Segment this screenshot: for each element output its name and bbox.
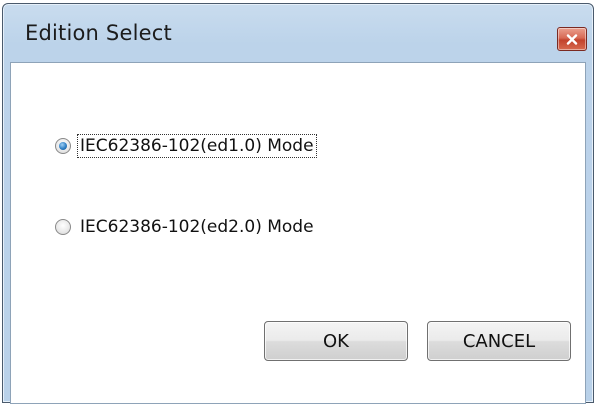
radio-ed2-label[interactable]: IEC62386-102(ed2.0) Mode (78, 216, 316, 238)
radio-ed2-mode[interactable] (55, 219, 71, 235)
title-bar[interactable]: Edition Select (3, 4, 593, 62)
dialog-body: IEC62386-102(ed1.0) Mode IEC62386-102(ed… (10, 62, 586, 404)
ok-button[interactable]: OK (264, 321, 408, 361)
radio-ed1-mode[interactable] (55, 138, 71, 154)
cancel-button[interactable]: CANCEL (427, 321, 571, 361)
close-button[interactable] (557, 27, 587, 51)
close-icon (566, 33, 578, 45)
radio-ed1-label[interactable]: IEC62386-102(ed1.0) Mode (77, 134, 317, 158)
edition-select-dialog: Edition Select IEC62386-102(ed1.0) Mode … (2, 3, 594, 404)
option-ed1-row[interactable]: IEC62386-102(ed1.0) Mode (55, 132, 317, 160)
option-ed2-row[interactable]: IEC62386-102(ed2.0) Mode (55, 213, 316, 241)
window-title: Edition Select (25, 21, 172, 45)
